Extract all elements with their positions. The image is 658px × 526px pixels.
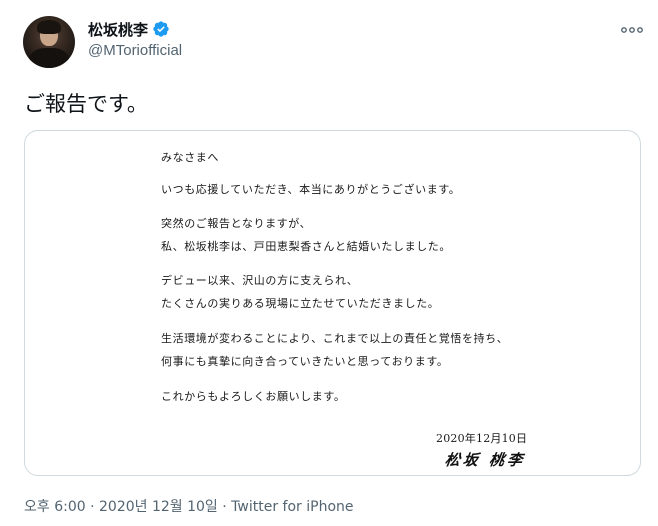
avatar-figure-hair	[37, 20, 61, 34]
letter-image: みなさまへ いつも応援していただき、本当にありがとうございます。 突然のご報告と…	[25, 131, 640, 475]
tweet: 松坂桃李 @MToriofficial ご報告です。 みなさまへ いつも応援して…	[0, 0, 658, 526]
more-dots-icon[interactable]	[620, 22, 644, 38]
letter-date: 2020年12月10日	[436, 432, 528, 445]
attached-image[interactable]: みなさまへ いつも応援していただき、本当にありがとうございます。 突然のご報告と…	[24, 130, 641, 476]
letter-line: 生活環境が変わることにより、これまで以上の責任と覚悟を持ち、	[161, 332, 509, 345]
avatar[interactable]	[23, 16, 75, 68]
author-handle[interactable]: @MToriofficial	[88, 42, 182, 59]
letter-line: 何事にも真摯に向き合っていきたいと思っております。	[161, 355, 449, 368]
letter-signature: 松坂 桃李	[443, 449, 535, 469]
signature-text: 松坂 桃李	[443, 451, 527, 469]
letter-line: たくさんの実りある現場に立たせていただきました。	[161, 297, 440, 310]
meta-separator: ·	[217, 499, 232, 515]
tweet-timestamp[interactable]: 오후 6:00 · 2020년 12월 10일	[24, 499, 218, 515]
avatar-figure-body	[29, 48, 69, 68]
letter-line: これからもよろしくお願いします。	[161, 390, 346, 403]
tweet-text: ご報告です。	[24, 92, 148, 116]
author-name-row: 松坂桃李	[88, 18, 170, 40]
letter-line: デビュー以来、沢山の方に支えられ、	[161, 274, 359, 287]
verified-badge-icon	[153, 21, 169, 37]
tweet-meta: 오후 6:00 · 2020년 12월 10일 · Twitter for iP…	[24, 496, 354, 516]
letter-line: 私、松坂桃李は、戸田恵梨香さんと結婚いたしました。	[161, 240, 451, 253]
author-display-name[interactable]: 松坂桃李	[88, 19, 148, 40]
letter-line: みなさまへ	[161, 151, 219, 164]
letter-line: いつも応援していただき、本当にありがとうございます。	[161, 183, 461, 196]
tweet-source[interactable]: Twitter for iPhone	[231, 499, 353, 515]
letter-line: 突然のご報告となりますが、	[161, 217, 312, 230]
